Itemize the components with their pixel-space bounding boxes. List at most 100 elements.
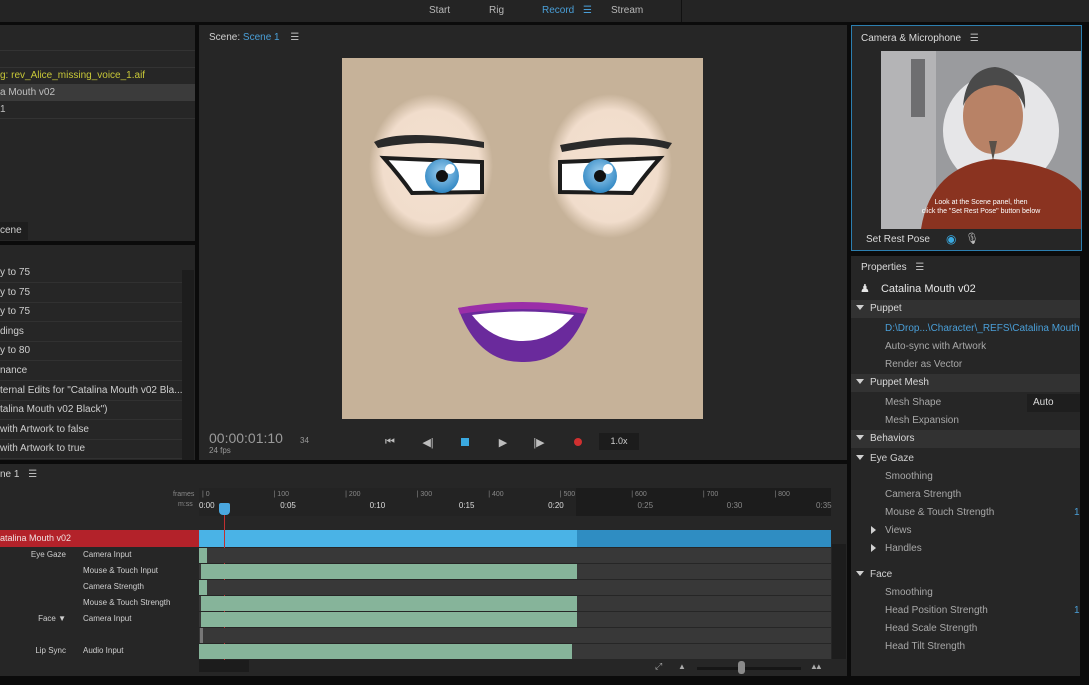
expand-triangle-icon <box>856 455 864 461</box>
playhead-handle[interactable] <box>219 503 231 515</box>
history-item[interactable]: nance <box>0 361 182 381</box>
property-item[interactable]: Head Tilt Strength <box>851 638 1080 656</box>
property-item[interactable]: Smoothing <box>851 584 1080 602</box>
property-item[interactable]: Mesh Shape Auto <box>851 394 1080 412</box>
behavior-group[interactable]: Eye Gaze <box>851 450 1080 468</box>
property-value[interactable]: 1 <box>1074 504 1080 522</box>
take-bar[interactable] <box>201 612 577 627</box>
record-menu-icon[interactable]: ☰ <box>583 5 592 16</box>
step-back-button[interactable]: ◀| <box>421 435 435 449</box>
property-item[interactable]: Head Scale Strength <box>851 620 1080 638</box>
scene-name-link[interactable]: Scene 1 <box>243 32 280 43</box>
track-row[interactable] <box>199 564 831 579</box>
camera-panel-title: Camera & Microphone ☰ <box>861 33 979 44</box>
hint-line-2: click the "Set Rest Pose" button below <box>921 208 1041 215</box>
stop-button[interactable] <box>458 435 472 449</box>
step-forward-button[interactable]: |▶ <box>532 435 546 449</box>
scene-canvas[interactable] <box>342 58 703 419</box>
property-value[interactable]: 1 <box>1074 602 1080 620</box>
timeline-zoom-slider[interactable] <box>697 667 801 670</box>
history-item[interactable]: with Artwork to false <box>0 420 182 440</box>
property-item[interactable]: Smoothing <box>851 468 1080 486</box>
frame-tick-label: | 0 <box>202 491 210 498</box>
time-tick-label: 0:30 <box>726 501 743 510</box>
property-item[interactable]: Camera Strength <box>851 486 1080 504</box>
history-item[interactable]: with Artwork to true <box>0 439 182 460</box>
history-scrollbar[interactable] <box>182 270 194 460</box>
zoom-out-icon[interactable]: ▲ <box>678 662 686 671</box>
set-rest-pose-button[interactable]: Set Rest Pose <box>866 234 930 245</box>
project-item-puppet[interactable]: a Mouth v02 <box>0 84 195 101</box>
timeline-vertical-scrollbar[interactable] <box>832 544 846 659</box>
scene-panel-title: Scene: Scene 1 ☰ <box>209 32 299 43</box>
take-bar[interactable] <box>200 628 203 643</box>
expand-triangle-icon <box>856 379 864 385</box>
add-to-scene-button[interactable]: cene <box>0 222 28 240</box>
record-button[interactable] <box>571 435 585 449</box>
puppet-file-path-link[interactable]: D:\Drop...\Character\_REFS\Catalina Mout… <box>851 320 1080 338</box>
property-section[interactable]: Puppet Mesh <box>851 374 1080 392</box>
track-row[interactable] <box>199 580 831 595</box>
take-bar[interactable] <box>199 644 572 659</box>
time-label: m:ss <box>178 501 193 508</box>
history-item[interactable]: y to 75 <box>0 263 182 283</box>
history-item[interactable]: y to 80 <box>0 341 182 362</box>
project-item-audio[interactable]: g: rev_Alice_missing_voice_1.aif <box>0 67 195 84</box>
track-row[interactable] <box>199 628 831 643</box>
tab-record[interactable]: Record <box>542 5 574 16</box>
puppet-track-header[interactable]: atalina Mouth v02 <box>0 530 199 547</box>
property-item[interactable]: Mouse & Touch Strength 1 <box>851 504 1080 522</box>
timeline-menu-icon[interactable]: ☰ <box>28 469 37 480</box>
property-item[interactable]: Head Position Strength 1 <box>851 602 1080 620</box>
microphone-icon[interactable]: 🎙 <box>965 232 979 245</box>
go-to-start-button[interactable]: ⏮ <box>383 435 397 449</box>
behavior-group[interactable]: Face <box>851 566 1080 584</box>
track-row[interactable] <box>199 548 831 563</box>
camera-menu-icon[interactable]: ☰ <box>970 33 979 44</box>
tab-rig[interactable]: Rig <box>489 5 504 16</box>
take-bar[interactable] <box>199 548 207 563</box>
property-value[interactable]: Auto <box>1027 394 1080 412</box>
property-section[interactable]: Behaviors <box>851 430 1080 448</box>
frame-tick-label: | 500 <box>559 491 576 498</box>
track-row[interactable] <box>199 612 831 627</box>
property-item[interactable]: Auto-sync with Artwork <box>851 338 1080 356</box>
take-bar[interactable] <box>201 564 577 579</box>
take-bar[interactable] <box>201 596 577 611</box>
puppet-track-range[interactable] <box>199 530 577 547</box>
timeline-zoom-thumb[interactable] <box>738 661 745 674</box>
property-section[interactable]: Puppet <box>851 300 1080 318</box>
scene-menu-icon[interactable]: ☰ <box>290 32 299 43</box>
play-button[interactable]: ▶ <box>496 435 510 449</box>
property-subgroup[interactable]: Views <box>851 522 1080 540</box>
history-item[interactable]: y to 75 <box>0 302 182 323</box>
property-item[interactable]: Mesh Expansion <box>851 412 1080 430</box>
timeline-ruler[interactable]: | 0 | 100 | 200 | 300 | 400 | 500 | 600 | 700 | … <box>199 488 832 516</box>
frame-tick-label: | 400 <box>488 491 504 498</box>
zoom-to-fit-icon[interactable]: ⤢ <box>655 661 662 672</box>
property-subgroup[interactable]: Handles <box>851 540 1080 558</box>
playback-speed[interactable]: 1.0x <box>599 433 639 450</box>
parameter-label: Camera Strength <box>83 582 144 591</box>
tab-stream[interactable]: Stream <box>611 5 643 16</box>
properties-title-text: Properties <box>861 262 907 273</box>
history-item[interactable]: y to 75 <box>0 283 182 303</box>
track-row[interactable] <box>199 644 831 659</box>
timeline-horizontal-scrollbar[interactable] <box>199 660 249 672</box>
history-item[interactable]: talina Mouth v02 Black") <box>0 400 182 421</box>
zoom-in-icon[interactable]: ▲▲ <box>810 662 823 671</box>
step-back-icon: ◀| <box>422 436 434 449</box>
scene-panel: Scene: Scene 1 ☰ 00:00:01:10 24 fps 34 ⏮… <box>199 25 847 460</box>
history-item[interactable]: ternal Edits for "Catalina Mouth v02 Bla… <box>0 381 182 401</box>
workspace-bar: Start Rig Record ☰ Stream <box>0 0 1089 22</box>
properties-menu-icon[interactable]: ☰ <box>915 262 924 273</box>
track-row[interactable] <box>199 596 831 611</box>
project-item-scene[interactable]: 1 <box>0 101 195 118</box>
behavior-label: Lip Sync <box>35 646 66 655</box>
webcam-icon[interactable]: ◉ <box>946 232 956 246</box>
take-bar[interactable] <box>199 580 207 595</box>
property-item[interactable]: Render as Vector <box>851 356 1080 374</box>
history-item[interactable]: dings <box>0 322 182 342</box>
puppet-track-extension[interactable] <box>577 530 831 547</box>
tab-start[interactable]: Start <box>429 5 450 16</box>
